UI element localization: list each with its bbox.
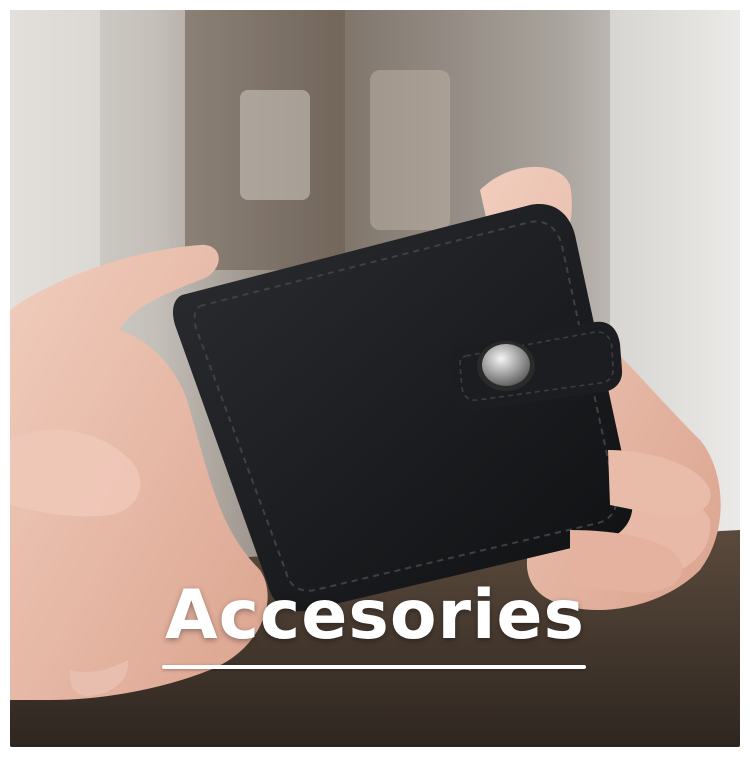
- category-title[interactable]: Accesories: [165, 582, 585, 650]
- category-card[interactable]: Accesories: [10, 10, 740, 747]
- title-underline: [162, 665, 586, 669]
